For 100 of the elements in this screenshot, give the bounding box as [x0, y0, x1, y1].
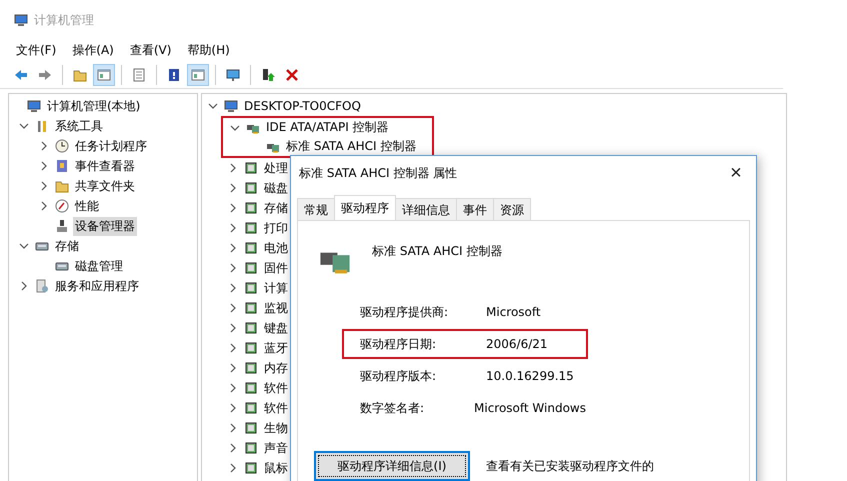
tree-item[interactable]: 服务和应用程序 — [53, 276, 141, 296]
expand-chevron-icon[interactable] — [228, 223, 238, 233]
menu-item[interactable]: 帮助(H) — [187, 42, 230, 58]
tree-item[interactable]: 事件查看器 — [73, 156, 137, 176]
expand-chevron-icon[interactable] — [39, 181, 49, 191]
tree-item[interactable]: 处理 — [262, 158, 290, 178]
field-label: 驱动程序版本: — [360, 368, 438, 384]
field-label: 驱动程序提供商: — [360, 304, 450, 320]
tree-item[interactable]: 共享文件夹 — [73, 176, 137, 196]
collapse-chevron-icon[interactable] — [19, 121, 29, 131]
chip-icon — [244, 261, 258, 275]
menu-item[interactable]: 操作(A) — [72, 42, 114, 58]
tree-item[interactable]: 打印 — [262, 218, 290, 238]
chip-icon — [244, 181, 258, 195]
driver-details-button[interactable]: 驱动程序详细信息(I) — [314, 451, 470, 481]
close-button[interactable]: × — [716, 156, 756, 190]
log-icon — [55, 159, 69, 173]
folder-icon — [73, 68, 87, 82]
tab[interactable]: 资源 — [493, 198, 531, 220]
pane-icon — [191, 68, 205, 82]
tab[interactable]: 事件 — [456, 198, 494, 220]
tree-item[interactable]: 磁盘管理 — [73, 256, 125, 276]
computer-icon — [224, 99, 238, 113]
tree-item[interactable]: 内存 — [262, 358, 290, 378]
expand-chevron-icon[interactable] — [228, 183, 238, 193]
tree-item[interactable]: IDE ATA/ATAPI 控制器 — [264, 118, 391, 137]
chip-icon — [244, 441, 258, 455]
expand-chevron-icon[interactable] — [228, 403, 238, 413]
expand-chevron-icon[interactable] — [228, 323, 238, 333]
tree-item[interactable]: 性能 — [73, 196, 101, 216]
expand-chevron-icon[interactable] — [228, 283, 238, 293]
expand-chevron-icon[interactable] — [228, 443, 238, 453]
tree-item[interactable]: 标准 SATA AHCI 控制器 — [284, 137, 418, 156]
expand-chevron-icon[interactable] — [228, 163, 238, 173]
tree-item[interactable]: 计算机管理(本地) — [45, 96, 142, 116]
tree-item[interactable]: 生物 — [262, 418, 290, 438]
tree-item[interactable]: 键盘 — [262, 318, 290, 338]
chip-icon — [244, 281, 258, 295]
chip-icon — [244, 161, 258, 175]
window-title: 计算机管理 — [34, 12, 94, 28]
tab[interactable]: 常规 — [297, 198, 335, 220]
list-icon — [132, 68, 146, 82]
expand-chevron-icon[interactable] — [228, 423, 238, 433]
expand-chevron-icon[interactable] — [228, 303, 238, 313]
expand-chevron-icon[interactable] — [19, 281, 29, 291]
delete-icon — [285, 68, 299, 82]
expand-chevron-icon[interactable] — [228, 343, 238, 353]
folder-icon — [55, 179, 69, 193]
chip-icon — [244, 341, 258, 355]
expand-chevron-icon[interactable] — [228, 203, 238, 213]
collapse-chevron-icon[interactable] — [230, 122, 240, 132]
chip-icon — [244, 221, 258, 235]
chip-icon — [244, 301, 258, 315]
tree-item[interactable]: 软件 — [262, 378, 290, 398]
chip-icon — [244, 401, 258, 415]
tree-item[interactable]: 蓝牙 — [262, 338, 290, 358]
tree-item[interactable]: 系统工具 — [53, 116, 105, 136]
field-value: 10.0.16299.15 — [486, 369, 574, 383]
button-description: 查看有关已安装驱动程序文件的 — [486, 458, 654, 474]
tree-item[interactable]: 存储 — [262, 198, 290, 218]
dialog-title: 标准 SATA AHCI 控制器 属性 — [299, 164, 458, 182]
gauge-icon — [55, 199, 69, 213]
tab[interactable]: 详细信息 — [395, 198, 457, 220]
chip-icon — [244, 361, 258, 375]
back-arrow-icon — [14, 68, 28, 82]
field-label: 数字签名者: — [360, 400, 426, 416]
tree-item[interactable]: 磁盘 — [262, 178, 290, 198]
tree-item[interactable]: DESKTOP-TO0CFOQ — [242, 98, 363, 114]
expand-chevron-icon[interactable] — [228, 363, 238, 373]
field-label: 驱动程序日期: — [360, 336, 438, 352]
tree-item[interactable]: 鼠标 — [262, 458, 290, 478]
chip-icon — [244, 321, 258, 335]
tree-item[interactable]: 任务计划程序 — [73, 136, 149, 156]
tree-item[interactable]: 固件 — [262, 258, 290, 278]
tree-item[interactable]: 电池 — [262, 238, 290, 258]
chip-icon — [244, 201, 258, 215]
expand-chevron-icon[interactable] — [228, 243, 238, 253]
tree-item[interactable]: 设备管理器 — [73, 216, 137, 236]
tree-item[interactable]: 计算 — [262, 278, 290, 298]
forward-arrow-icon — [38, 68, 52, 82]
collapse-chevron-icon[interactable] — [19, 241, 29, 251]
expand-chevron-icon[interactable] — [39, 141, 49, 151]
collapse-chevron-icon[interactable] — [208, 101, 218, 111]
menu-item[interactable]: 文件(F) — [16, 42, 56, 58]
expand-chevron-icon[interactable] — [228, 383, 238, 393]
pane-icon — [97, 68, 111, 82]
monitor-icon — [226, 68, 240, 82]
chip-icon — [244, 241, 258, 255]
field-value: 2006/6/21 — [486, 337, 548, 351]
tree-item[interactable]: 声音 — [262, 438, 290, 458]
menu-item[interactable]: 查看(V) — [130, 42, 172, 58]
expand-chevron-icon[interactable] — [39, 161, 49, 171]
chip-icon — [244, 421, 258, 435]
chip-icon — [244, 461, 258, 475]
tree-item[interactable]: 监视 — [262, 298, 290, 318]
expand-chevron-icon[interactable] — [228, 263, 238, 273]
expand-chevron-icon[interactable] — [228, 463, 238, 473]
tree-item[interactable]: 软件 — [262, 398, 290, 418]
expand-chevron-icon[interactable] — [39, 201, 49, 211]
tree-item[interactable]: 存储 — [53, 236, 81, 256]
